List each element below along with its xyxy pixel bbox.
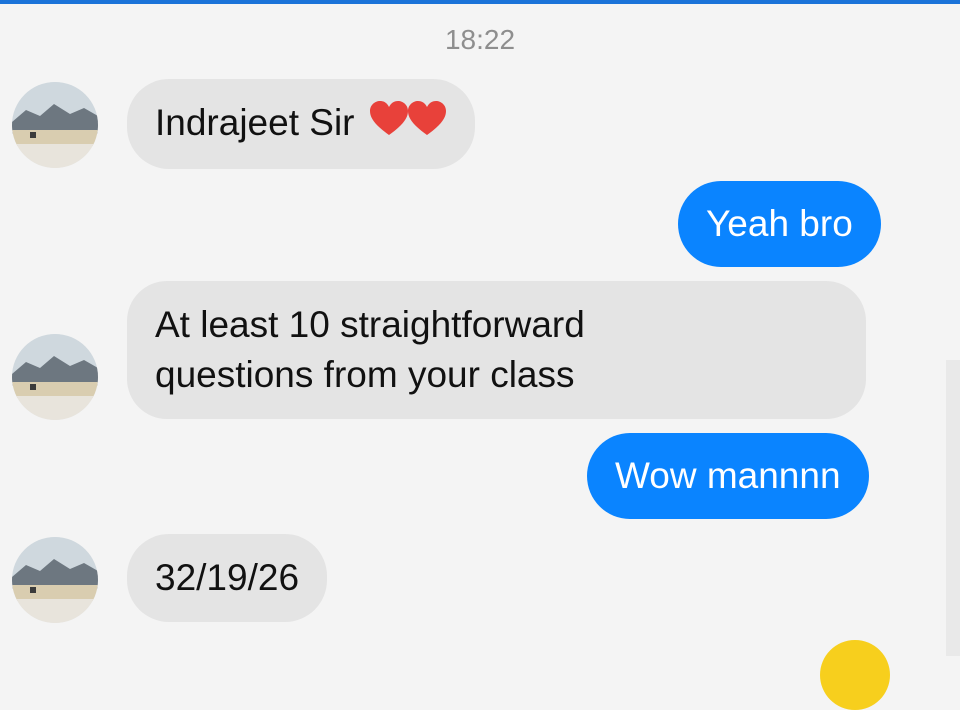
scrollbar[interactable] <box>946 360 960 656</box>
incoming-message-bubble[interactable]: At least 10 straightforward questions fr… <box>127 281 866 419</box>
contact-avatar[interactable] <box>12 334 98 420</box>
red-heart-icon <box>407 100 447 150</box>
message-timestamp: 18:22 <box>444 24 516 55</box>
message-text-line: At least 10 straightforward <box>155 304 585 345</box>
message-text: Indrajeet Sir <box>155 102 355 143</box>
message-text: 32/19/26 <box>155 557 300 598</box>
contact-avatar[interactable] <box>12 82 98 168</box>
message-text-line: questions from your class <box>155 354 575 395</box>
emoji-icon <box>820 640 890 710</box>
message-text: Yeah bro <box>706 203 853 244</box>
red-heart-icon <box>369 100 409 150</box>
incoming-message-bubble[interactable]: Indrajeet Sir <box>127 79 475 170</box>
incoming-message-bubble[interactable]: 32/19/26 <box>127 534 328 622</box>
outgoing-message-bubble[interactable]: Yeah bro <box>678 181 881 267</box>
contact-avatar[interactable] <box>12 537 98 623</box>
outgoing-message-bubble[interactable]: Wow mannnn <box>587 433 869 519</box>
message-text: Wow mannnn <box>615 455 841 496</box>
top-accent-bar <box>0 0 960 4</box>
